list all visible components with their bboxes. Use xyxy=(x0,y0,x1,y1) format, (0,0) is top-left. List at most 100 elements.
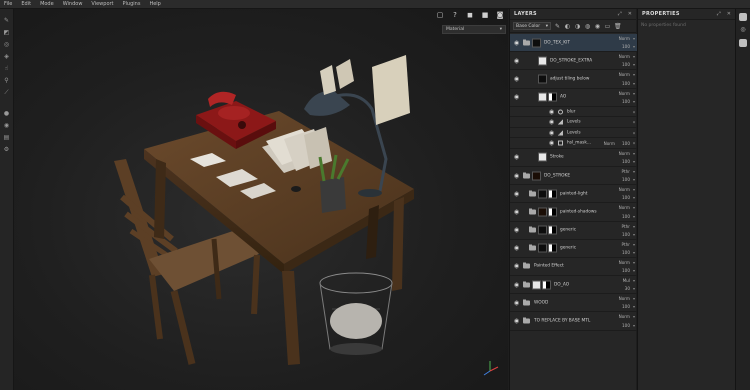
layer-name[interactable]: Levels xyxy=(567,130,581,135)
chevron-down-icon[interactable]: ▾ xyxy=(633,187,635,192)
bake-icon[interactable]: ● xyxy=(3,110,10,117)
chevron-down-icon[interactable]: ▾ xyxy=(633,130,635,135)
menu-edit[interactable]: Edit xyxy=(21,1,31,7)
chevron-down-icon[interactable]: ▾ xyxy=(633,141,635,146)
eraser-icon[interactable]: ◩ xyxy=(3,29,10,36)
chevron-down-icon[interactable]: ▾ xyxy=(633,177,635,182)
visibility-eye-icon[interactable]: ◉ xyxy=(548,119,555,125)
visibility-eye-icon[interactable]: ◉ xyxy=(513,209,520,215)
blend-mode[interactable]: Norm xyxy=(619,91,630,96)
expand-icon[interactable]: ⤢ xyxy=(717,11,721,17)
chevron-down-icon[interactable]: ▾ xyxy=(633,159,635,164)
chevron-down-icon[interactable]: ▾ xyxy=(633,286,635,291)
add-folder-icon[interactable]: ▭ xyxy=(604,23,611,30)
chevron-down-icon[interactable]: ▾ xyxy=(633,36,635,41)
layer-name[interactable]: Levels xyxy=(567,120,581,125)
blend-mode[interactable]: Norm xyxy=(619,72,630,77)
layer-name[interactable]: painted-shadows xyxy=(560,209,597,214)
color-picker-icon[interactable]: ⟋ xyxy=(3,89,10,96)
layer-effect-row[interactable]: ◉ blur ▾ xyxy=(510,107,637,118)
close-icon[interactable]: ✕ xyxy=(628,11,632,17)
blend-mode[interactable]: Norm xyxy=(604,141,615,146)
layer-opacity[interactable]: 100 xyxy=(622,304,630,309)
menu-help[interactable]: Help xyxy=(149,1,160,7)
chevron-down-icon[interactable]: ▾ xyxy=(633,91,635,96)
layer-opacity[interactable]: 100 xyxy=(622,141,630,146)
layer-opacity[interactable]: 100 xyxy=(622,44,630,49)
layer-opacity[interactable]: 100 xyxy=(622,250,630,255)
display-settings-icon[interactable] xyxy=(739,39,747,47)
folder-icon[interactable] xyxy=(529,226,536,233)
layer-name[interactable]: Painted Effect xyxy=(534,264,564,269)
chevron-down-icon[interactable]: ▾ xyxy=(633,99,635,104)
blend-mode[interactable]: Norm xyxy=(619,54,630,59)
visibility-eye-icon[interactable]: ◉ xyxy=(548,109,555,115)
chevron-down-icon[interactable]: ▾ xyxy=(633,62,635,67)
help-icon[interactable]: ? xyxy=(451,11,459,19)
layer-opacity[interactable]: 100 xyxy=(622,177,630,182)
menu-plugins[interactable]: Plugins xyxy=(123,1,141,7)
chevron-down-icon[interactable]: ▾ xyxy=(633,224,635,229)
chevron-down-icon[interactable]: ▾ xyxy=(633,205,635,210)
smudge-icon[interactable]: ☝ xyxy=(3,65,10,72)
material-mode-select[interactable]: Material ▾ xyxy=(442,25,506,34)
layer-opacity[interactable]: 100 xyxy=(622,323,630,328)
folder-icon[interactable] xyxy=(523,172,530,179)
chevron-down-icon[interactable]: ▾ xyxy=(633,72,635,77)
layer-opacity[interactable]: 100 xyxy=(622,81,630,86)
blend-mode[interactable]: Mul xyxy=(623,278,630,283)
chevron-down-icon[interactable]: ▾ xyxy=(633,214,635,219)
visibility-eye-icon[interactable]: ◉ xyxy=(513,40,520,46)
chevron-down-icon[interactable]: ▾ xyxy=(633,54,635,59)
visibility-eye-icon[interactable]: ◉ xyxy=(513,58,520,64)
layer-mask-thumbnail[interactable] xyxy=(548,92,557,102)
menu-window[interactable]: Window xyxy=(63,1,83,7)
chevron-down-icon[interactable]: ▾ xyxy=(633,296,635,301)
visibility-eye-icon[interactable]: ◉ xyxy=(513,282,520,288)
frame-icon[interactable]: ▢ xyxy=(436,11,444,19)
menu-file[interactable]: File xyxy=(4,1,12,7)
folder-icon[interactable] xyxy=(529,244,536,251)
chevron-down-icon[interactable]: ▾ xyxy=(633,44,635,49)
visibility-eye-icon[interactable]: ◉ xyxy=(513,76,520,82)
layer-name[interactable]: adjust tiling below xyxy=(550,76,589,81)
layer-row[interactable]: ◉ Stroke Norm 100 ▾ ▾ xyxy=(510,149,637,167)
visibility-eye-icon[interactable]: ◉ xyxy=(513,227,520,233)
menu-viewport[interactable]: Viewport xyxy=(91,1,113,7)
visibility-eye-icon[interactable]: ◉ xyxy=(513,94,520,100)
layer-opacity[interactable]: 100 xyxy=(622,268,630,273)
chevron-down-icon[interactable]: ▾ xyxy=(633,151,635,156)
layer-name[interactable]: DO_STROKE xyxy=(544,173,570,178)
chevron-down-icon[interactable]: ▾ xyxy=(633,268,635,273)
layer-name[interactable]: DO_AO xyxy=(554,282,569,287)
layer-row[interactable]: ◉ DO_TEX_KIT Norm 100 ▾ ▾ xyxy=(510,34,637,53)
layer-effect-row[interactable]: ◉ Levels ▾ xyxy=(510,117,637,128)
chevron-down-icon[interactable]: ▾ xyxy=(633,304,635,309)
visibility-eye-icon[interactable]: ◉ xyxy=(513,318,520,324)
layer-opacity[interactable]: 30 xyxy=(625,286,630,291)
layer-name[interactable]: DO_STROKE_EXTRA xyxy=(550,58,592,63)
layer-name[interactable]: DO_TEX_KIT xyxy=(544,40,570,45)
shelf-icon[interactable]: ◎ xyxy=(739,26,747,34)
folder-icon[interactable] xyxy=(523,281,530,288)
chevron-down-icon[interactable]: ▾ xyxy=(633,81,635,86)
chevron-down-icon[interactable]: ▾ xyxy=(633,169,635,174)
add-fill-layer-icon[interactable]: ◍ xyxy=(584,23,591,30)
layer-row[interactable]: ◉ painted-light Norm 100 ▾ ▾ xyxy=(510,185,637,204)
layer-row[interactable]: ◉ painted-shadows Norm 100 ▾ ▾ xyxy=(510,203,637,222)
layer-mask-thumbnail[interactable] xyxy=(542,280,551,290)
folder-icon[interactable] xyxy=(523,317,530,324)
layer-name[interactable]: generic xyxy=(560,246,576,251)
layer-opacity[interactable]: 100 xyxy=(622,232,630,237)
blend-mode[interactable]: Norm xyxy=(619,151,630,156)
layer-mask-thumbnail[interactable] xyxy=(548,243,557,253)
chevron-down-icon[interactable]: ▾ xyxy=(633,250,635,255)
texture-set-icon[interactable] xyxy=(739,13,747,21)
layer-mask-thumbnail[interactable] xyxy=(548,207,557,217)
add-mask-icon[interactable]: ◐ xyxy=(564,23,571,30)
channel-select[interactable]: Base Color ▾ xyxy=(513,22,551,30)
chevron-down-icon[interactable]: ▾ xyxy=(633,109,635,114)
blend-mode[interactable]: Pthr xyxy=(621,169,630,174)
layer-row[interactable]: ◉ adjust tiling below Norm 100 ▾ ▾ xyxy=(510,70,637,89)
geometry-mask-icon[interactable]: ◈ xyxy=(3,53,10,60)
